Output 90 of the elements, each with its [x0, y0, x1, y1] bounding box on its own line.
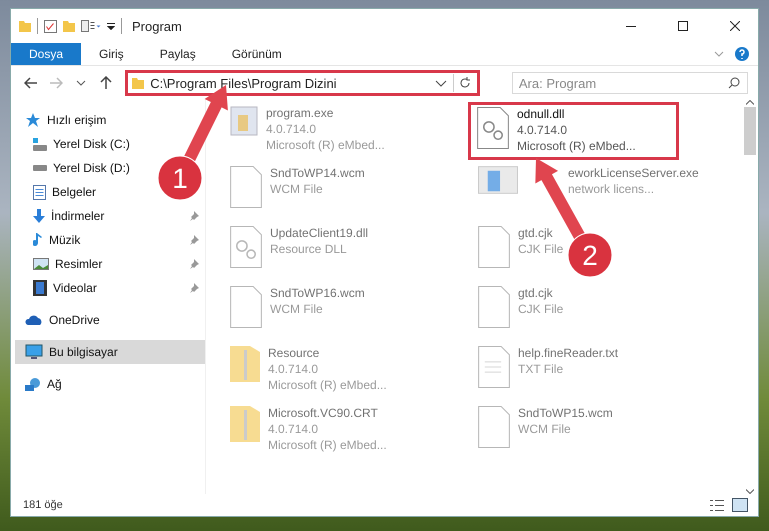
film-icon [33, 280, 47, 296]
pin-icon [189, 259, 199, 269]
star-icon [25, 112, 41, 128]
file-detail: CJK File [518, 242, 564, 256]
address-bar[interactable]: C:\Program Files\Program Dizini [125, 70, 480, 96]
network-icon [25, 378, 41, 390]
file-detail: 4.0.714.0 [266, 122, 318, 136]
file-name: SndToWP16.wcm [270, 286, 365, 300]
file-detail: network licens... [568, 182, 656, 196]
pin-icon [189, 211, 199, 221]
checklist-icon [44, 20, 57, 32]
file-detail: Resource DLL [270, 242, 348, 256]
chevron-down-icon [714, 51, 724, 57]
music-note-icon [33, 232, 43, 248]
sidebar-item[interactable]: Yerel Disk (D:) [15, 156, 136, 180]
chevron-up-icon [746, 100, 754, 105]
down-arrow-icon [33, 209, 45, 223]
close-icon [730, 21, 740, 31]
item-count: 181 öğe [23, 499, 64, 511]
file-detail: 4.0.714.0 [268, 422, 320, 436]
monitor-icon [25, 344, 43, 360]
folder-icon [63, 20, 75, 32]
file-name: gtd.cjk [518, 226, 554, 240]
ribbon-tab[interactable]: Paylaş [142, 43, 214, 65]
picture-icon [33, 258, 49, 270]
file-detail: Microsoft (R) eMbed... [517, 139, 636, 153]
scrollbar[interactable] [741, 100, 758, 494]
document-icon [33, 184, 46, 200]
sidebar-item[interactable]: Videolar [15, 276, 205, 300]
ribbon-tab[interactable]: Görünüm [214, 43, 300, 65]
file-name: Resource [268, 346, 320, 360]
pin-icon [189, 283, 199, 293]
sidebar-item[interactable]: Ağ [15, 372, 68, 396]
scrollbar-thumb[interactable] [744, 107, 756, 155]
sidebar-item[interactable]: Hızlı erişim [15, 108, 112, 132]
left-arrow-icon [24, 77, 38, 89]
file-detail: 4.0.714.0 [268, 362, 320, 376]
folder-icon [132, 78, 144, 88]
large-icons-view-icon [732, 498, 748, 512]
step-number: 1 [172, 163, 188, 194]
file-name: UpdateClient19.dll [270, 226, 368, 240]
file-detail: WCM File [270, 182, 324, 196]
ribbon-tab[interactable]: Dosya [11, 43, 82, 65]
step-badge [568, 232, 612, 278]
file-detail: WCM File [270, 302, 324, 316]
drive-icon [33, 138, 47, 150]
drive-icon [33, 165, 47, 171]
file-detail: Microsoft (R) eMbed... [266, 138, 385, 152]
sidebar-item[interactable]: Yerel Disk (C:) [15, 132, 136, 156]
file-name: eworkLicenseServer.exe [568, 166, 699, 180]
search-icon [728, 77, 740, 89]
file-detail: Microsoft (R) eMbed... [268, 378, 387, 392]
maximize-icon [678, 21, 688, 31]
search-field[interactable]: Ara: Program [512, 72, 748, 94]
sidebar-item[interactable]: Resimler [15, 252, 205, 276]
sidebar-item[interactable]: Bu bilgisayar [15, 340, 205, 364]
ribbon-tab[interactable]: Giriş [81, 43, 142, 65]
chevron-down-icon [434, 80, 447, 86]
details-view-icon [710, 500, 724, 510]
chevron-down-icon [746, 489, 754, 494]
file-detail: CJK File [518, 302, 564, 316]
file-name: gtd.cjk [518, 286, 554, 300]
file-detail: WCM File [518, 422, 572, 436]
chevron-down-icon [76, 80, 86, 86]
dropdown-icon [107, 22, 115, 30]
file-detail: 4.0.714.0 [517, 123, 568, 137]
file-name: Microsoft.VC90.CRT [268, 406, 379, 420]
right-arrow-icon [48, 77, 63, 89]
file-name: odnull.dll [517, 107, 566, 121]
file-name: SndToWP14.wcm [270, 166, 365, 180]
step-number: 2 [582, 240, 598, 271]
up-arrow-icon [100, 76, 112, 90]
file-name: help.fineReader.txt [518, 346, 618, 360]
window-title: Program [132, 18, 183, 34]
file-name: program.exe [266, 106, 334, 120]
sidebar-item[interactable]: Müzik [15, 228, 205, 252]
cloud-icon [25, 315, 43, 325]
sidebar-item[interactable]: İndirmeler [15, 204, 205, 228]
file-name: SndToWP15.wcm [518, 406, 613, 420]
step-badge [158, 156, 202, 200]
sidebar-item[interactable]: OneDrive [15, 308, 106, 332]
folder-icon [19, 20, 31, 32]
refresh-icon [459, 77, 472, 89]
help-icon [734, 46, 750, 62]
file-detail: Microsoft (R) eMbed... [268, 438, 387, 452]
file-detail: TXT File [518, 362, 564, 376]
properties-icon [81, 20, 101, 32]
file-item[interactable]: odnull.dll 4.0.714.0 Microsoft (R) eMbed... [468, 102, 679, 160]
sidebar-item[interactable]: Belgeler [15, 180, 102, 204]
pin-icon [189, 235, 199, 245]
